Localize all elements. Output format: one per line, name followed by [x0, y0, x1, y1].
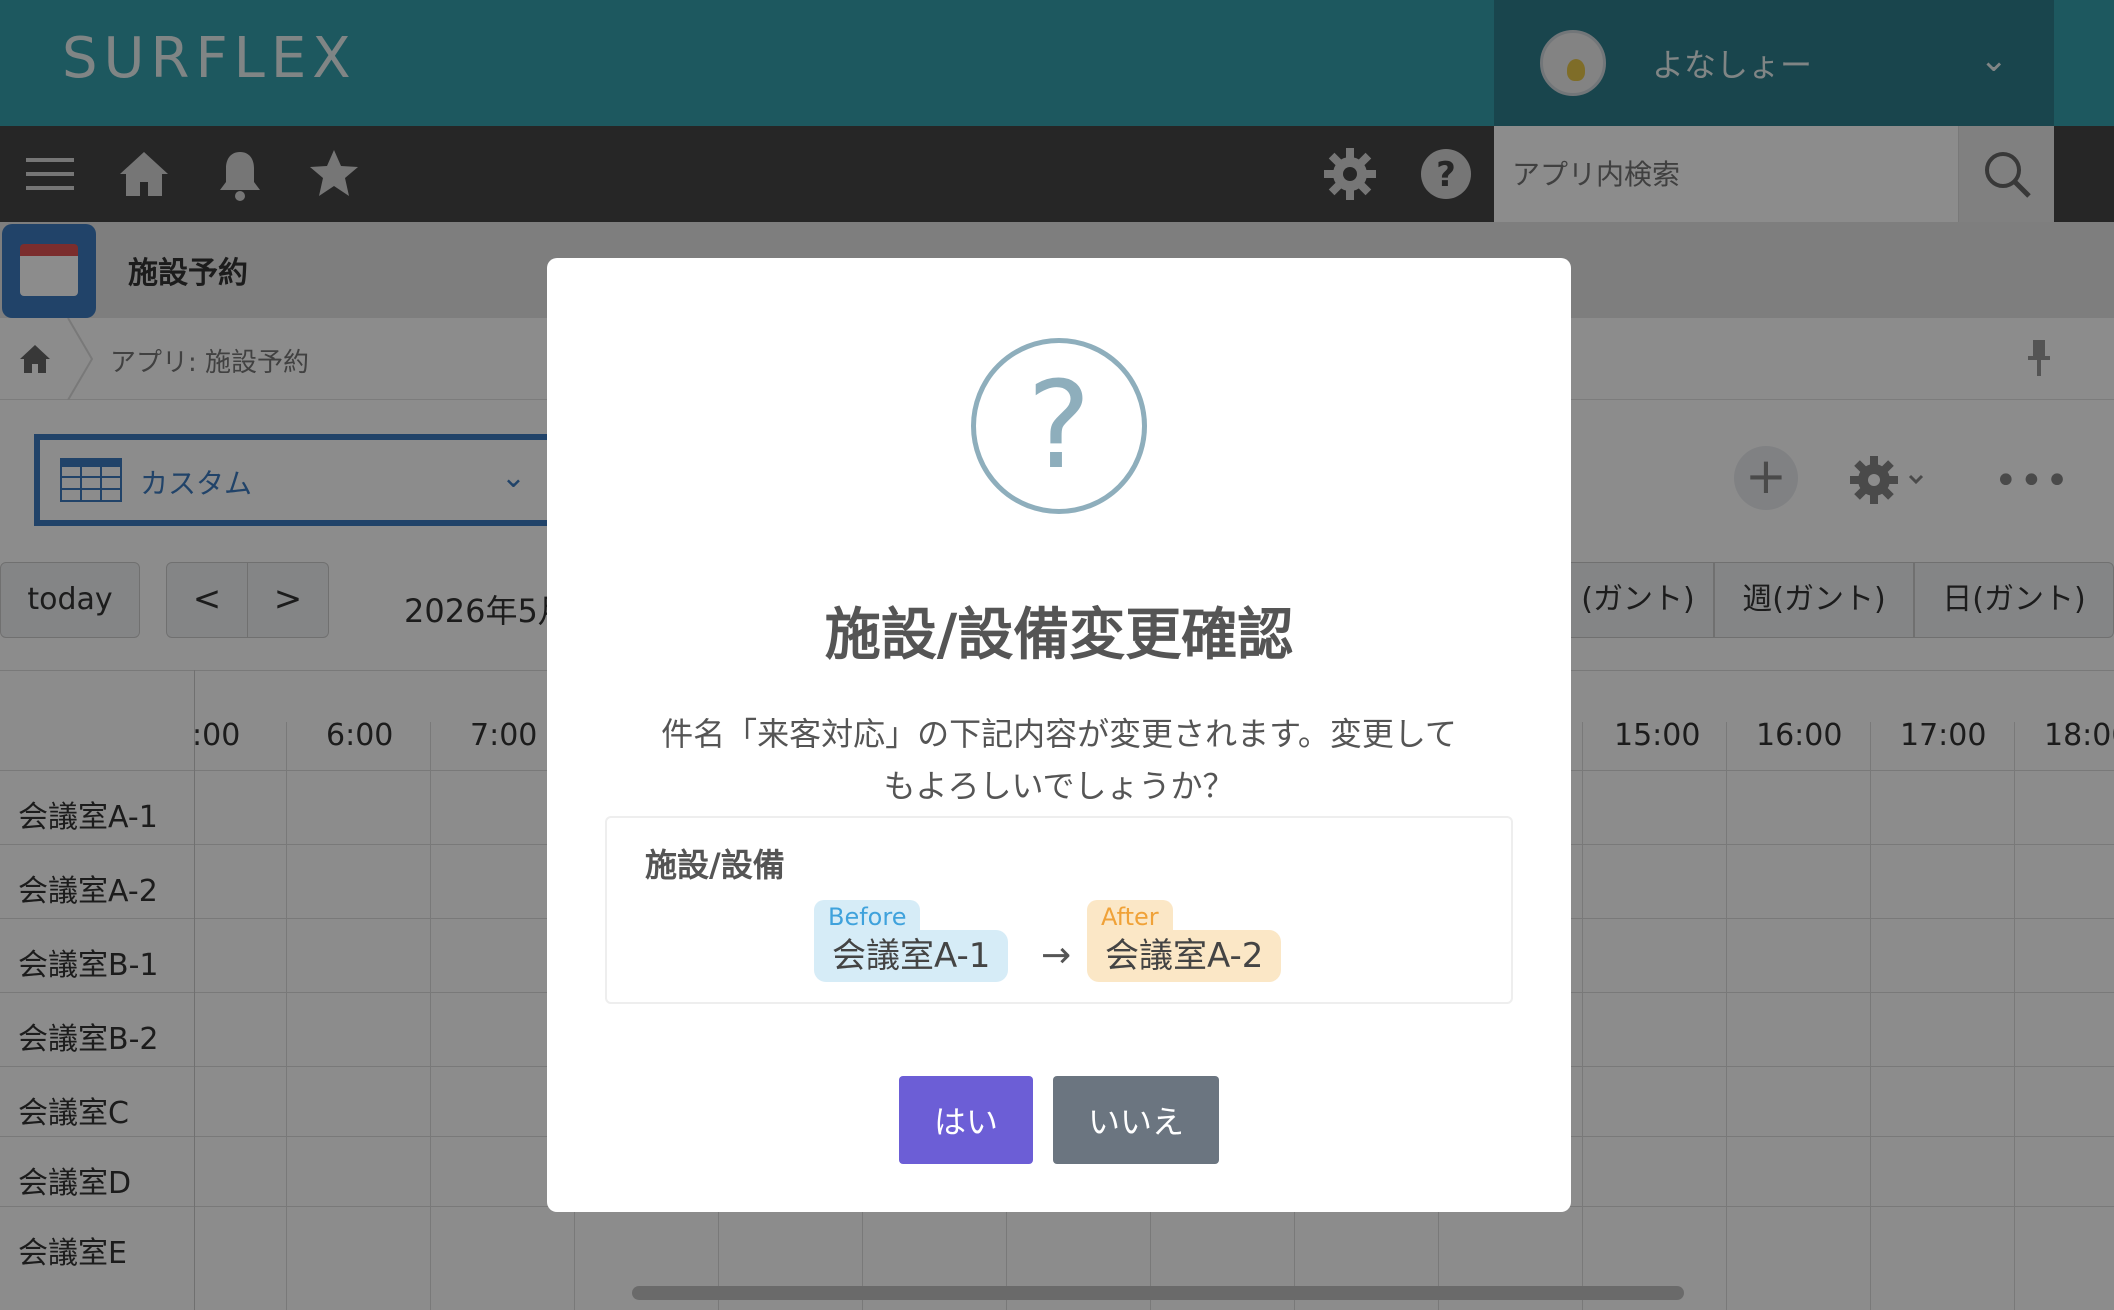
no-button[interactable]: いいえ	[1053, 1076, 1219, 1164]
before-tag: Before	[814, 900, 921, 934]
dialog-title: 施設/設備変更確認	[824, 603, 1294, 668]
field-label: 施設/設備	[645, 846, 785, 884]
before-value: 会議室A-1	[814, 930, 1009, 982]
confirm-dialog: ? 施設/設備変更確認 件名「来客対応」の下記内容が変更されます。変更して もよ…	[547, 258, 1571, 1212]
after-value: 会議室A-2	[1087, 930, 1282, 982]
yes-button[interactable]: はい	[899, 1076, 1033, 1164]
question-icon: ?	[971, 338, 1147, 514]
arrow-icon: →	[1041, 935, 1072, 976]
dialog-message: 件名「来客対応」の下記内容が変更されます。変更して もよろしいでしょうか？	[661, 715, 1457, 805]
change-detail-box: 施設/設備 Before 会議室A-1 → After 会議室A-2	[605, 816, 1513, 1004]
after-tag: After	[1087, 900, 1173, 934]
